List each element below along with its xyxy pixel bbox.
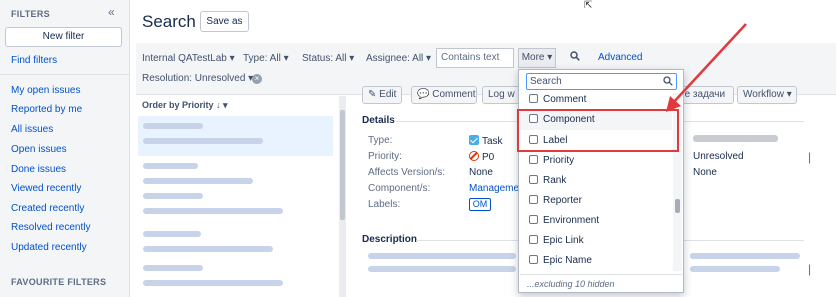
- list-scrollbar-thumb[interactable]: [340, 110, 345, 220]
- type-filter[interactable]: Type: All ▾: [243, 53, 289, 64]
- dropdown-option-priority[interactable]: Priority: [520, 151, 672, 171]
- search-icon[interactable]: [570, 51, 580, 61]
- issue-summary-blurred: [143, 178, 253, 184]
- dropdown-option-comment[interactable]: Comment: [520, 90, 672, 110]
- issue-key-blurred: [143, 163, 198, 169]
- order-by-dropdown[interactable]: Order by Priority ↓ ▾: [142, 100, 228, 111]
- sidebar-item-viewed-recently[interactable]: Viewed recently: [11, 183, 81, 194]
- affects-version-label: Affects Version/s:: [368, 167, 446, 178]
- dropdown-option-environment[interactable]: Environment: [520, 211, 672, 231]
- checkbox[interactable]: [529, 195, 538, 204]
- highlight-box: [517, 109, 679, 152]
- issue-summary-blurred: [143, 208, 283, 214]
- priority-blocker-icon: [469, 151, 479, 161]
- sidebar-header: FILTERS: [11, 9, 50, 19]
- task-icon: [469, 135, 479, 145]
- checkbox[interactable]: [529, 94, 538, 103]
- log-work-button[interactable]: Log w: [482, 86, 522, 104]
- affects-version-value: None: [469, 167, 493, 178]
- description-link-blurred: [690, 266, 780, 272]
- checkbox[interactable]: [529, 255, 538, 264]
- list-item[interactable]: [138, 116, 333, 156]
- checkbox[interactable]: [529, 215, 538, 224]
- dropdown-option-reporter[interactable]: Reporter: [520, 191, 672, 211]
- description-divider: [416, 240, 518, 241]
- collapse-sidebar-icon[interactable]: «: [108, 5, 115, 19]
- checkbox[interactable]: [529, 155, 538, 164]
- labels-label: Labels:: [368, 199, 401, 210]
- sidebar-divider: [0, 74, 130, 75]
- assignee-filter[interactable]: Assignee: All ▾: [366, 53, 431, 64]
- sidebar-item-resolved-recently[interactable]: Resolved recently: [11, 222, 90, 233]
- page-title: Search: [142, 12, 196, 31]
- resolution-value: Unresolved: [693, 151, 744, 162]
- contains-text-input[interactable]: Contains text: [436, 48, 514, 68]
- comment-button[interactable]: 💬 Comment: [411, 86, 477, 104]
- find-filters-link[interactable]: Find filters: [11, 55, 57, 66]
- type-label: Type:: [368, 135, 393, 146]
- description-link-blurred: [690, 253, 800, 259]
- dropdown-scrollbar-thumb[interactable]: [675, 199, 680, 213]
- status-value-blurred: [693, 135, 778, 142]
- sidebar-item-my-open-issues[interactable]: My open issues: [11, 85, 80, 96]
- details-section-title: Details: [362, 115, 395, 126]
- clear-filter-icon[interactable]: ×: [252, 74, 262, 84]
- dropdown-search-input[interactable]: Search: [526, 73, 677, 90]
- sidebar-item-updated-recently[interactable]: Updated recently: [11, 242, 87, 253]
- sidebar-item-done-issues[interactable]: Done issues: [11, 164, 66, 175]
- type-value: Task: [469, 135, 503, 147]
- issue-key-blurred: [143, 231, 201, 237]
- issue-key-blurred: [143, 123, 203, 129]
- description-section-title: Description: [362, 234, 418, 245]
- component-value[interactable]: Managemen: [469, 183, 525, 194]
- annotation-arrow-icon: [666, 23, 747, 112]
- status-filter[interactable]: Status: All ▾: [302, 53, 354, 64]
- edit-button[interactable]: ✎ Edit: [362, 86, 402, 104]
- issue-summary-blurred: [143, 138, 263, 144]
- list-scrollbar[interactable]: [339, 96, 346, 297]
- priority-label: Priority:: [368, 151, 402, 162]
- component-label: Component/s:: [368, 183, 431, 194]
- description-link-blurred: [368, 253, 516, 259]
- sidebar-item-all-issues[interactable]: All issues: [11, 124, 53, 135]
- details-divider: [396, 121, 518, 122]
- dropdown-option-epic-link[interactable]: Epic Link: [520, 231, 672, 251]
- project-filter[interactable]: Internal QATestLab ▾: [142, 53, 235, 64]
- new-filter-button[interactable]: New filter: [5, 27, 122, 47]
- sidebar: FILTERS « New filter Find filters My ope…: [0, 0, 130, 297]
- resolution-filter[interactable]: Resolution: Unresolved ▾: [142, 73, 253, 84]
- panel-edge-marker: |: [808, 150, 812, 164]
- sidebar-item-reported-by-me[interactable]: Reported by me: [11, 104, 82, 115]
- mouse-cursor-icon: ⇱: [584, 0, 593, 11]
- sidebar-item-open-issues[interactable]: Open issues: [11, 144, 67, 155]
- label-tag[interactable]: OM: [469, 198, 491, 211]
- dropdown-option-epic-name[interactable]: Epic Name: [520, 251, 672, 271]
- list-item[interactable]: [138, 258, 333, 297]
- favourite-filters-header: FAVOURITE FILTERS: [11, 277, 107, 287]
- more-filters-button[interactable]: More ▾: [518, 48, 556, 68]
- list-item[interactable]: [138, 186, 333, 226]
- description-divider-right: [684, 240, 804, 241]
- save-as-button[interactable]: Save as: [200, 11, 249, 32]
- issue-summary-blurred: [143, 246, 273, 252]
- checkbox[interactable]: [529, 175, 538, 184]
- issue-key-blurred: [143, 265, 203, 271]
- description-link-blurred: [368, 266, 516, 272]
- panel-edge-marker: |: [808, 262, 812, 276]
- priority-value: P0: [469, 151, 494, 163]
- advanced-link[interactable]: Advanced: [598, 52, 642, 63]
- fix-version-value: None: [693, 167, 717, 178]
- issue-summary-blurred: [143, 280, 283, 286]
- dropdown-option-rank[interactable]: Rank: [520, 171, 672, 191]
- issue-key-blurred: [143, 193, 203, 199]
- checkbox[interactable]: [529, 235, 538, 244]
- sidebar-item-created-recently[interactable]: Created recently: [11, 203, 84, 214]
- dropdown-footer: ...excluding 10 hidden: [520, 274, 682, 292]
- details-divider-right: [684, 121, 804, 122]
